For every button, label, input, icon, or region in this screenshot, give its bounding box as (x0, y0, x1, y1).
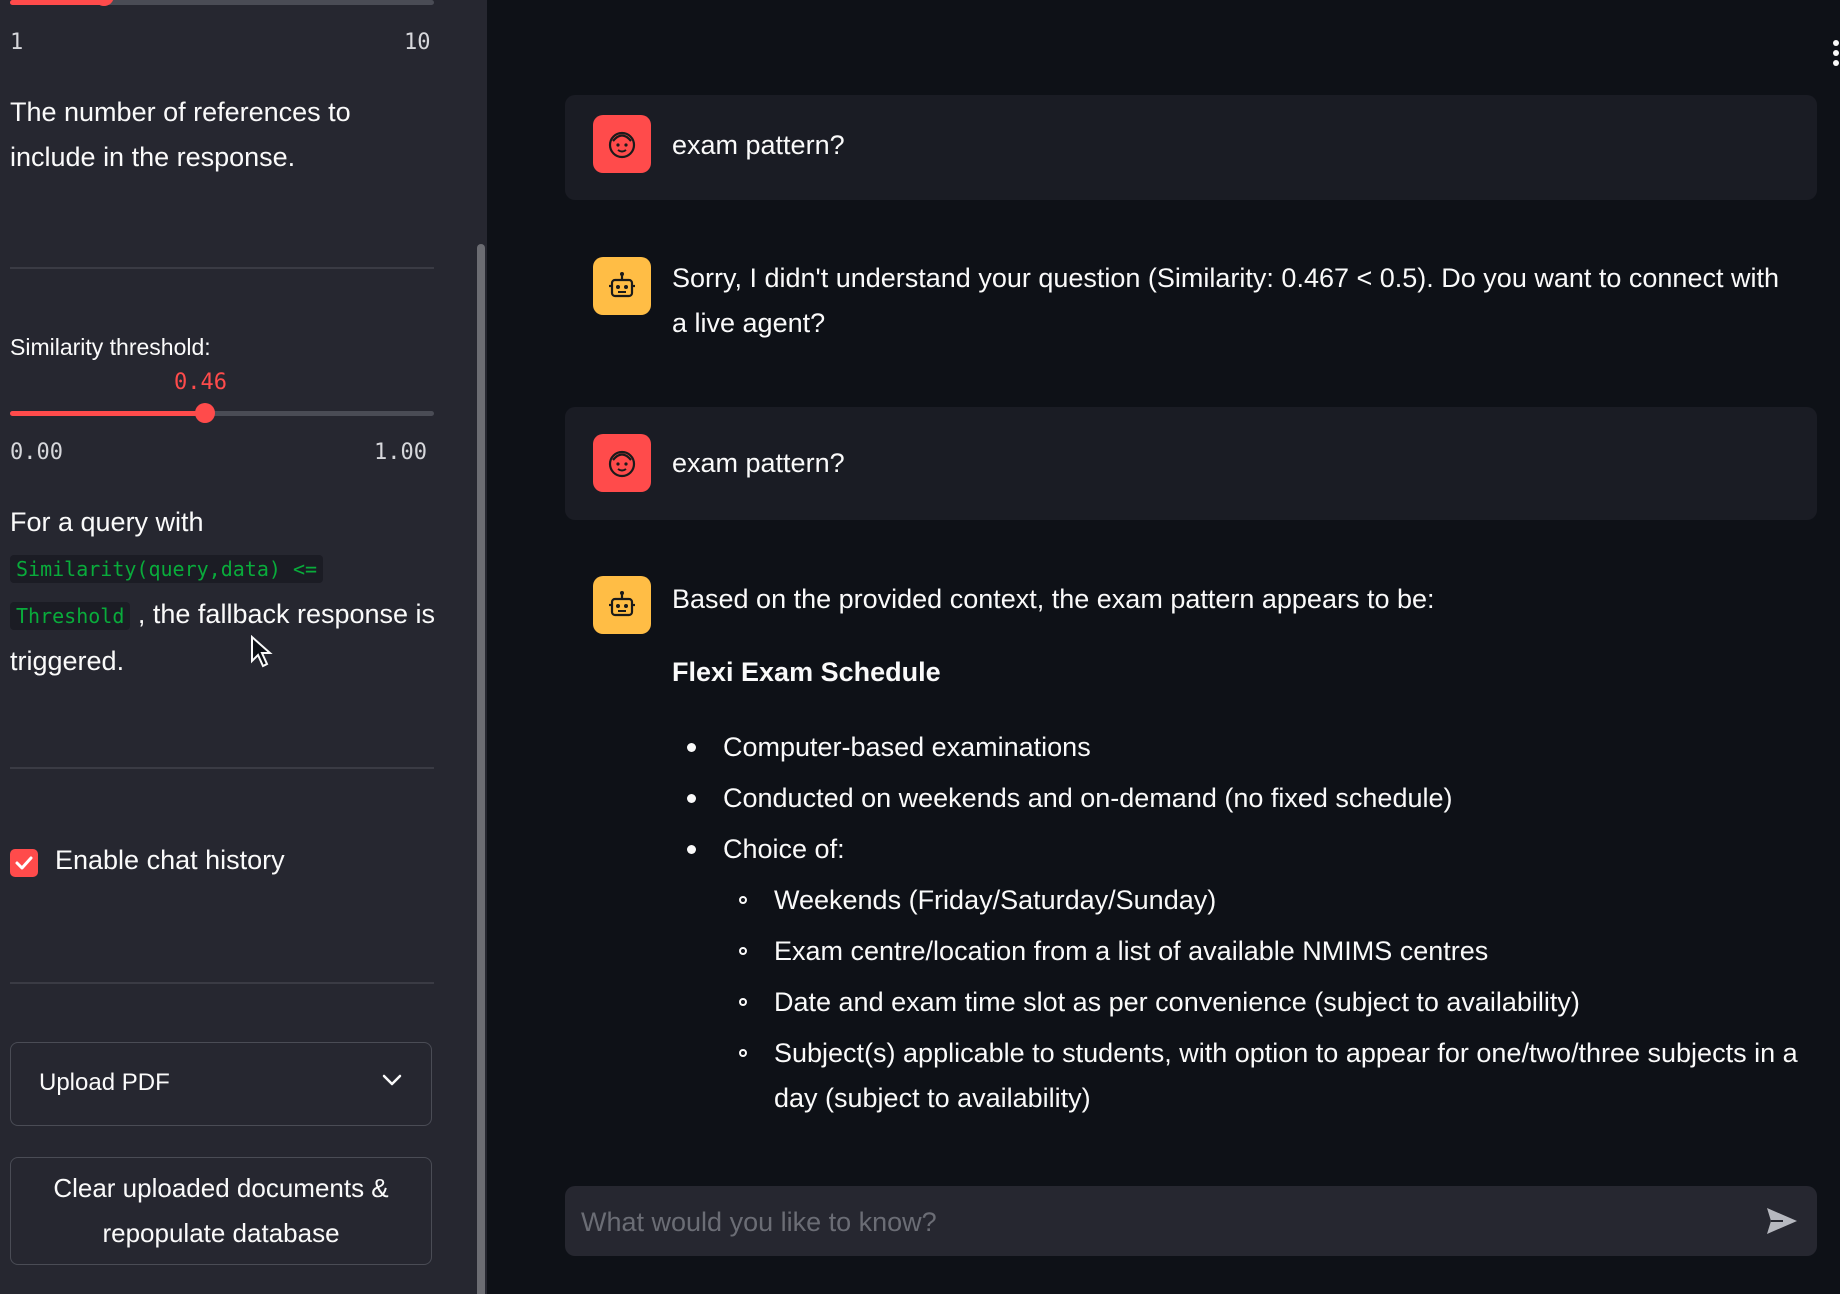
user-face-icon (608, 450, 636, 478)
references-slider[interactable] (10, 0, 434, 6)
user-message-text: exam pattern? (672, 448, 845, 478)
user-message-text: exam pattern? (672, 130, 845, 160)
user-avatar (593, 115, 651, 173)
fallback-help-end: triggered. (10, 646, 125, 676)
references-slider-min: 1 (10, 30, 24, 55)
clear-button-line1: Clear uploaded documents & (53, 1173, 389, 1203)
sub-bullet-item: Weekends (Friday/Saturday/Sunday) (774, 885, 1217, 915)
similarity-threshold-value: 0.46 (174, 370, 227, 395)
mouse-cursor-icon (250, 634, 274, 674)
upload-pdf-label: Upload PDF (39, 1069, 170, 1096)
references-help-text: The number of references to include in t… (10, 97, 351, 172)
similarity-threshold-label: Similarity threshold: (10, 334, 211, 360)
sidebar-divider (10, 767, 434, 769)
chat-message-user: exam pattern? (565, 95, 1817, 200)
sub-bullet-item: Subject(s) applicable to students, with … (774, 1038, 1798, 1068)
bullet-item: Choice of: (723, 834, 845, 864)
sidebar: 1 10 The number of references to include… (0, 0, 487, 1294)
similarity-slider-thumb[interactable] (195, 403, 215, 423)
bullet-dot (687, 794, 696, 803)
fallback-help-prefix: For a query with (10, 507, 204, 537)
sub-bullet-circle (739, 1049, 747, 1057)
assistant-message-text: Sorry, I didn't understand your question… (672, 263, 1779, 338)
sub-bullet-circle (739, 896, 747, 904)
send-icon[interactable] (1765, 1206, 1799, 1236)
sub-bullet-circle (739, 998, 747, 1006)
assistant-intro-text: Based on the provided context, the exam … (672, 584, 1435, 614)
bullet-dot (687, 743, 696, 752)
chevron-down-icon (382, 1074, 402, 1086)
sub-bullet-item: Date and exam time slot as per convenien… (774, 987, 1580, 1017)
bullet-item: Conducted on weekends and on-demand (no … (723, 783, 1453, 813)
fallback-code-threshold: Threshold (10, 602, 131, 630)
similarity-slider-min: 0.00 (10, 440, 63, 465)
assistant-avatar (593, 257, 651, 315)
assistant-structured-message: Based on the provided context, the exam … (672, 577, 1822, 1137)
chat-main: exam pattern? Sorry, I didn't understand… (487, 0, 1840, 1294)
similarity-threshold-slider[interactable] (10, 403, 434, 423)
sub-bullet-continuation: day (subject to availability) (774, 1083, 1091, 1113)
clear-documents-button[interactable]: Clear uploaded documents & repopulate da… (10, 1157, 432, 1265)
chat-history-label[interactable]: Enable chat history (55, 845, 285, 876)
chat-history-checkbox[interactable] (10, 849, 38, 877)
fallback-help-text: For a query with Similarity(query,data) … (10, 500, 450, 684)
sidebar-scrollbar[interactable] (477, 244, 485, 1294)
bullet-item: Computer-based examinations (723, 732, 1091, 762)
checkmark-icon (15, 856, 33, 870)
references-slider-max: 10 (404, 30, 431, 55)
similarity-slider-max: 1.00 (374, 440, 427, 465)
assistant-heading: Flexi Exam Schedule (672, 657, 941, 687)
sub-bullet-item: Exam centre/location from a list of avai… (774, 936, 1489, 966)
chat-message-user: exam pattern? (565, 407, 1817, 520)
sidebar-divider (10, 982, 434, 984)
chat-input[interactable] (579, 1186, 1733, 1258)
robot-icon (609, 591, 635, 617)
references-slider-thumb[interactable] (94, 0, 114, 6)
user-face-icon (608, 131, 636, 159)
references-slider-fill (10, 0, 104, 5)
upload-pdf-expander[interactable]: Upload PDF (10, 1042, 432, 1126)
sidebar-divider (10, 267, 434, 269)
robot-icon (609, 272, 635, 298)
fallback-code-similarity: Similarity(query,data) <= (10, 555, 324, 583)
chat-message-assistant: Sorry, I didn't understand your question… (565, 240, 1817, 360)
bullet-dot (687, 845, 696, 854)
user-avatar (593, 434, 651, 492)
assistant-avatar (593, 576, 651, 634)
similarity-slider-fill (10, 411, 205, 416)
chat-input-box[interactable] (565, 1186, 1817, 1258)
sub-bullet-circle (739, 947, 747, 955)
fallback-help-suffix: , the fallback response is (137, 599, 436, 629)
clear-button-line2: repopulate database (102, 1218, 340, 1248)
main-menu-icon[interactable] (1833, 40, 1839, 70)
